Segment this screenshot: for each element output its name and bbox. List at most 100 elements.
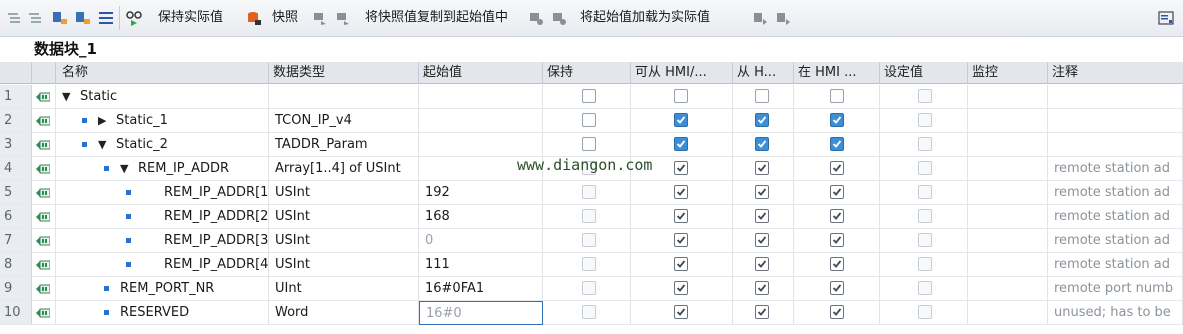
retain-checkbox[interactable] — [582, 185, 596, 199]
setpoint-checkbox[interactable] — [918, 305, 932, 319]
setpoint-checkbox[interactable] — [918, 257, 932, 271]
comment-cell[interactable]: remote station ad — [1048, 229, 1183, 253]
hmi-access-checkbox[interactable] — [674, 305, 688, 319]
header-datatype[interactable]: 数据类型 — [269, 62, 419, 84]
snapshot-button[interactable]: 快照 — [272, 10, 298, 26]
keep-actual-button[interactable]: 保持实际值 — [158, 10, 223, 26]
table-row[interactable]: 1 ▼ Static — [0, 85, 1183, 109]
name-cell[interactable]: ▼ REM_IP_ADDR — [56, 157, 269, 181]
setpoint-checkbox[interactable] — [918, 281, 932, 295]
snapshot-copy-icon[interactable] — [312, 10, 328, 26]
retain-checkbox[interactable] — [582, 281, 596, 295]
retain-checkbox[interactable] — [582, 233, 596, 247]
hmi-in-checkbox[interactable] — [830, 137, 844, 151]
hmi-in-checkbox[interactable] — [830, 209, 844, 223]
list-icon[interactable] — [98, 10, 114, 26]
table-row[interactable]: 8 REM_IP_ADDR[4] USInt 111 remote station ad — [0, 253, 1183, 277]
insert-row-icon[interactable] — [52, 10, 68, 26]
datatype-cell[interactable]: USInt — [269, 181, 419, 205]
collapse-arrow-icon[interactable]: ▼ — [98, 133, 106, 156]
setpoint-checkbox[interactable] — [918, 89, 932, 103]
hmi-from-checkbox[interactable] — [755, 305, 769, 319]
setpoint-checkbox[interactable] — [918, 185, 932, 199]
comment-cell[interactable]: remote station ad — [1048, 157, 1183, 181]
comment-cell[interactable]: remote station ad — [1048, 181, 1183, 205]
setpoint-checkbox[interactable] — [918, 233, 932, 247]
expand-arrow-icon[interactable]: ▶ — [98, 109, 106, 132]
collapse-arrow-icon[interactable]: ▼ — [62, 85, 70, 108]
hmi-access-checkbox[interactable] — [674, 89, 688, 103]
hmi-in-checkbox[interactable] — [830, 281, 844, 295]
header-hmi-from[interactable]: 从 H... — [733, 62, 794, 84]
load-all-icon[interactable] — [775, 10, 791, 26]
start-value-cell[interactable] — [419, 109, 543, 133]
hmi-in-checkbox[interactable] — [830, 113, 844, 127]
hmi-access-checkbox[interactable] — [674, 233, 688, 247]
copy-snapshot-button[interactable]: 将快照值复制到起始值中 — [365, 10, 508, 26]
hmi-from-checkbox[interactable] — [755, 137, 769, 151]
setpoint-checkbox[interactable] — [918, 137, 932, 151]
table-row[interactable]: 3 ▼ Static_2 TADDR_Param — [0, 133, 1183, 157]
header-setpoint[interactable]: 设定值 — [880, 62, 968, 84]
start-value-cell[interactable]: 192 — [419, 181, 543, 205]
monitor-glasses-icon[interactable] — [126, 10, 142, 26]
expand-all-icon[interactable] — [6, 10, 22, 26]
header-retain[interactable]: 保持 — [543, 62, 631, 84]
hmi-from-checkbox[interactable] — [755, 185, 769, 199]
header-comment[interactable]: 注释 — [1048, 62, 1183, 84]
hmi-from-checkbox[interactable] — [755, 89, 769, 103]
retain-checkbox[interactable] — [582, 257, 596, 271]
load-start-button[interactable]: 将起始值加载为实际值 — [580, 10, 710, 26]
start-value-cell[interactable]: 111 — [419, 253, 543, 277]
name-cell[interactable]: REM_IP_ADDR[3] — [56, 229, 269, 253]
retain-checkbox[interactable] — [582, 89, 596, 103]
name-cell[interactable]: ▶ Static_1 — [56, 109, 269, 133]
name-cell[interactable]: REM_IP_ADDR[1] — [56, 181, 269, 205]
hmi-in-checkbox[interactable] — [830, 233, 844, 247]
header-start[interactable]: 起始值 — [419, 62, 543, 84]
hmi-in-checkbox[interactable] — [830, 257, 844, 271]
collapse-arrow-icon[interactable]: ▼ — [120, 157, 128, 180]
comment-cell[interactable]: remote station ad — [1048, 205, 1183, 229]
retain-checkbox[interactable] — [582, 113, 596, 127]
database-snapshot-icon[interactable] — [246, 10, 262, 26]
copy-start-all-icon[interactable] — [551, 10, 567, 26]
start-value-cell[interactable]: 16#0 — [419, 301, 543, 325]
table-row[interactable]: 7 REM_IP_ADDR[3] USInt 0 remote station ad — [0, 229, 1183, 253]
retain-checkbox[interactable] — [582, 305, 596, 319]
start-value-cell[interactable]: 168 — [419, 205, 543, 229]
name-cell[interactable]: ▼ Static_2 — [56, 133, 269, 157]
comment-cell[interactable]: remote port numb — [1048, 277, 1183, 301]
setpoint-checkbox[interactable] — [918, 161, 932, 175]
hmi-access-checkbox[interactable] — [674, 257, 688, 271]
table-row[interactable]: 6 REM_IP_ADDR[2] USInt 168 remote station ad — [0, 205, 1183, 229]
snapshot-copy-all-icon[interactable] — [335, 10, 351, 26]
panel-toggle-icon[interactable] — [1158, 10, 1174, 26]
hmi-access-checkbox[interactable] — [674, 209, 688, 223]
datatype-cell[interactable]: Word — [269, 301, 419, 325]
hmi-from-checkbox[interactable] — [755, 209, 769, 223]
start-value-cell[interactable] — [419, 85, 543, 109]
hmi-in-checkbox[interactable] — [830, 161, 844, 175]
hmi-from-checkbox[interactable] — [755, 161, 769, 175]
datatype-cell[interactable]: TCON_IP_v4 — [269, 109, 419, 133]
hmi-access-checkbox[interactable] — [674, 161, 688, 175]
datatype-cell[interactable]: Array[1..4] of USInt — [269, 157, 419, 181]
table-row[interactable]: 9 REM_PORT_NR UInt 16#0FA1 remote port numb — [0, 277, 1183, 301]
hmi-access-checkbox[interactable] — [674, 137, 688, 151]
name-cell[interactable]: ▼ Static — [56, 85, 269, 109]
hmi-access-checkbox[interactable] — [674, 185, 688, 199]
hmi-from-checkbox[interactable] — [755, 257, 769, 271]
datatype-cell[interactable]: TADDR_Param — [269, 133, 419, 157]
comment-cell[interactable] — [1048, 85, 1183, 109]
name-cell[interactable]: REM_IP_ADDR[2] — [56, 205, 269, 229]
table-row[interactable]: 5 REM_IP_ADDR[1] USInt 192 remote station ad — [0, 181, 1183, 205]
name-cell[interactable]: REM_IP_ADDR[4] — [56, 253, 269, 277]
start-value-cell[interactable]: 16#0FA1 — [419, 277, 543, 301]
header-hmi-access[interactable]: 可从 HMI/... — [631, 62, 733, 84]
collapse-all-icon[interactable] — [27, 10, 43, 26]
copy-start-icon[interactable] — [528, 10, 544, 26]
hmi-in-checkbox[interactable] — [830, 89, 844, 103]
hmi-from-checkbox[interactable] — [755, 281, 769, 295]
load-icon[interactable] — [752, 10, 768, 26]
